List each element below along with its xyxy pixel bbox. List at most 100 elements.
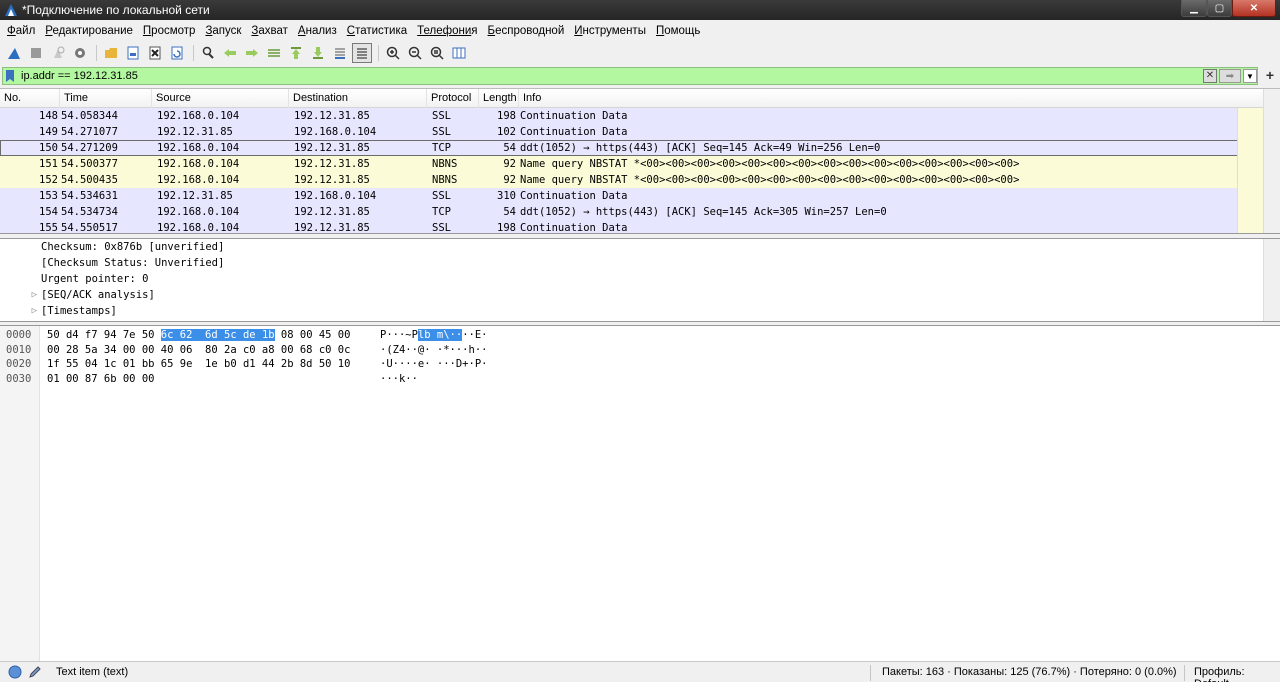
save-file-icon — [127, 46, 139, 60]
packet-row[interactable]: 153 54.534631 192.12.31.85 192.168.0.104 SSL… — [0, 188, 1280, 204]
bytes-row[interactable]: 0030 01 00 87 6b 00 00 ···k·· — [0, 372, 488, 387]
go-first-packet-button[interactable] — [286, 43, 306, 63]
column-header-info[interactable]: Info — [519, 89, 1280, 108]
display-filter-text[interactable]: ip.addr == 192.12.31.85 — [17, 70, 1203, 82]
packet-length: 54 — [503, 142, 516, 154]
packet-row[interactable]: 155 54.550517 192.168.0.104 192.12.31.85 SSL… — [0, 220, 1280, 233]
clear-filter-icon[interactable]: ✕ — [1203, 69, 1217, 83]
bookmark-icon[interactable] — [3, 68, 17, 84]
column-header-no[interactable]: No. — [0, 89, 60, 108]
status-profile[interactable]: Профиль: Default — [1194, 666, 1280, 682]
menu-item-accel: Телефони — [417, 24, 472, 37]
go-last-packet-button[interactable] — [308, 43, 328, 63]
packet-row[interactable]: 149 54.271077 192.12.31.85 192.168.0.104 SSL… — [0, 124, 1280, 140]
go-to-packet-button[interactable] — [264, 43, 284, 63]
packet-list-scrollbar[interactable] — [1263, 89, 1280, 233]
column-header-destination[interactable]: Destination — [289, 89, 427, 108]
status-bar: Text item (text) Пакеты: 163 · Показаны:… — [0, 661, 1280, 682]
go-back-button[interactable] — [220, 43, 240, 63]
menu-item-label: едактирование — [52, 24, 133, 37]
autoscroll-button[interactable] — [330, 43, 350, 63]
detail-tree-item[interactable]: ▷ [SEQ/ACK analysis] — [0, 287, 1280, 303]
packet-length: 198 — [497, 110, 516, 122]
stop-capture-button[interactable] — [26, 43, 46, 63]
menu-item[interactable]: Захват — [246, 25, 293, 37]
restart-capture-button[interactable] — [48, 43, 68, 63]
packet-row[interactable]: 154 54.534734 192.168.0.104 192.12.31.85 TCP… — [0, 204, 1280, 220]
wireshark-fin-icon — [5, 4, 17, 16]
menu-item-accel: И — [574, 24, 583, 37]
edit-comment-icon[interactable] — [28, 665, 42, 679]
menu-item[interactable]: Помощь — [651, 25, 705, 37]
bytes-ascii[interactable]: ·U····e· ···D+·P· — [376, 358, 487, 370]
packet-row[interactable]: 152 54.500435 192.168.0.104 192.12.31.85 NBN… — [0, 172, 1280, 188]
start-capture-button[interactable] — [4, 43, 24, 63]
menu-item[interactable]: Беспроводной — [483, 25, 570, 37]
bytes-row[interactable]: 0010 00 28 5a 34 00 00 40 06 80 2a c0 a8 … — [0, 343, 488, 358]
find-packet-button[interactable] — [198, 43, 218, 63]
close-button[interactable]: ✕ — [1232, 0, 1276, 17]
bytes-row[interactable]: 0000 50 d4 f7 94 7e 50 6c 62 6d 5c de 1b … — [0, 328, 488, 343]
menu-item[interactable]: Статистика — [342, 25, 412, 37]
detail-tree-item[interactable]: Checksum: 0x876b [unverified] — [0, 239, 1280, 255]
bytes-row[interactable]: 0020 1f 55 04 1c 01 bb 65 9e 1e b0 d1 44 … — [0, 357, 488, 372]
packet-row[interactable]: 148 54.058344 192.168.0.104 192.12.31.85 SSL… — [0, 108, 1280, 124]
minimize-button[interactable]: ▁ — [1181, 0, 1207, 17]
bytes-ascii[interactable]: P···~Plb m\····E· — [376, 329, 488, 342]
bytes-hex[interactable]: 01 00 87 6b 00 00 — [40, 373, 376, 385]
zoom-out-button[interactable] — [405, 43, 425, 63]
close-file-button[interactable] — [145, 43, 165, 63]
bytes-ascii[interactable]: ·(Z4··@· ·*···h·· — [376, 344, 487, 356]
packet-source: 192.168.0.104 — [157, 110, 240, 122]
zoom-in-button[interactable] — [383, 43, 403, 63]
expand-arrow-icon[interactable]: ▷ — [0, 306, 41, 316]
bytes-ascii[interactable]: ···k·· — [376, 373, 418, 385]
bytes-hex-text: 1f 55 04 1c 01 bb 65 9e 1e b0 d1 44 2b 8… — [47, 358, 351, 371]
bytes-hex[interactable]: 50 d4 f7 94 7e 50 6c 62 6d 5c de 1b 08 0… — [40, 329, 376, 342]
open-file-button[interactable] — [101, 43, 121, 63]
menu-item[interactable]: Редактирование — [40, 25, 138, 37]
column-header-protocol[interactable]: Protocol — [427, 89, 479, 108]
menu-item[interactable]: Анализ — [293, 25, 342, 37]
packet-row-selected[interactable]: 150 54.271209 192.168.0.104 192.12.31.85 TCP… — [0, 140, 1280, 156]
resize-columns-button[interactable] — [449, 43, 469, 63]
menu-item[interactable]: Телефония — [412, 25, 482, 37]
column-header-time[interactable]: Time — [60, 89, 152, 108]
detail-tree-item[interactable]: [Checksum Status: Unverified] — [0, 255, 1280, 271]
expand-arrow-icon[interactable]: ▷ — [0, 290, 41, 300]
menu-item[interactable]: Файл — [2, 25, 40, 37]
display-filter-input[interactable]: ip.addr == 192.12.31.85 ✕ ➡ ▼ — [2, 67, 1258, 85]
packet-no: 149 — [39, 126, 58, 138]
detail-tree-item[interactable]: ▷ [Timestamps] — [0, 303, 1280, 319]
menu-item[interactable]: Запуск — [200, 25, 246, 37]
bytes-hex[interactable]: 1f 55 04 1c 01 bb 65 9e 1e b0 d1 44 2b 8… — [40, 358, 376, 370]
expert-info-icon[interactable] — [8, 665, 22, 679]
status-packet-counts: Пакеты: 163 · Показаны: 125 (76.7%) · По… — [882, 666, 1177, 678]
bytes-offset: 0000 — [6, 329, 32, 342]
colorize-button[interactable] — [352, 43, 372, 63]
menu-item[interactable]: Инструменты — [569, 25, 651, 37]
save-file-button[interactable] — [123, 43, 143, 63]
reload-file-button[interactable] — [167, 43, 187, 63]
packet-details-scrollbar[interactable] — [1263, 239, 1280, 321]
menu-item[interactable]: Просмотр — [138, 25, 201, 37]
chevron-down-icon[interactable]: ▼ — [1243, 69, 1257, 83]
detail-tree-item[interactable]: Urgent pointer: 0 — [0, 271, 1280, 287]
apply-filter-arrow-icon[interactable]: ➡ — [1219, 69, 1241, 83]
bytes-hex[interactable]: 00 28 5a 34 00 00 40 06 80 2a c0 a8 00 6… — [40, 344, 376, 356]
zoom-reset-button[interactable] — [427, 43, 447, 63]
maximize-button[interactable]: ▢ — [1207, 0, 1232, 17]
add-filter-button[interactable]: + — [1266, 67, 1274, 83]
magnifier-icon — [202, 46, 214, 59]
column-header-length[interactable]: Length — [479, 89, 519, 108]
menu-item-label: еспроводной — [495, 24, 565, 37]
packet-row[interactable]: 151 54.500377 192.168.0.104 192.12.31.85 NBN… — [0, 156, 1280, 172]
capture-options-button[interactable] — [70, 43, 90, 63]
column-header-source[interactable]: Source — [152, 89, 289, 108]
gear-icon — [75, 48, 85, 58]
packet-minimap[interactable] — [1237, 108, 1263, 233]
go-forward-button[interactable] — [242, 43, 262, 63]
packet-source: 192.168.0.104 — [157, 142, 240, 154]
packet-source: 192.12.31.85 — [157, 190, 233, 202]
arrow-left-icon — [224, 49, 236, 57]
